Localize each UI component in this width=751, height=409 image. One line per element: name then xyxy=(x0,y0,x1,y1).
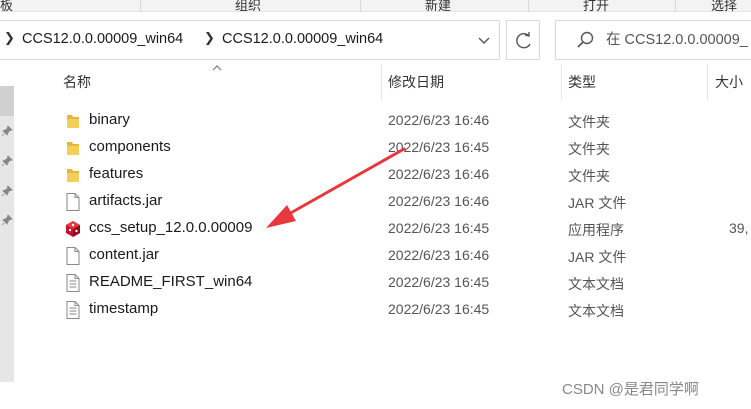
file-type: 文本文档 xyxy=(568,276,624,292)
pin-icon[interactable] xyxy=(1,155,13,167)
file-date: 2022/6/23 16:45 xyxy=(388,220,490,236)
file-type: JAR 文件 xyxy=(568,249,627,265)
file-row[interactable]: content.jar 2022/6/23 16:46 JAR 文件 xyxy=(58,242,751,269)
file-date: 2022/6/23 16:45 xyxy=(388,274,490,290)
folder-icon xyxy=(64,111,82,131)
ribbon-divider xyxy=(140,0,141,12)
chevron-right-icon[interactable]: ❯ xyxy=(4,30,15,46)
column-divider[interactable] xyxy=(381,64,382,100)
file-row[interactable]: README_FIRST_win64 2022/6/23 16:45 文本文档 xyxy=(58,269,751,296)
file-name[interactable]: components xyxy=(89,138,171,155)
search-box[interactable] xyxy=(555,20,751,60)
ribbon-divider xyxy=(675,0,676,12)
file-name[interactable]: artifacts.jar xyxy=(89,192,162,209)
breadcrumb-item-current[interactable]: CCS12.0.0.00009_win64 xyxy=(222,31,383,47)
ribbon-divider xyxy=(528,0,529,12)
column-header-name[interactable]: 名称 xyxy=(63,72,91,94)
nav-selected-band xyxy=(0,86,14,116)
file-type: 文件夹 xyxy=(568,141,610,157)
file-date: 2022/6/23 16:46 xyxy=(388,247,490,263)
file-row[interactable]: ccs_setup_12.0.0.00009 2022/6/23 16:45 应用程… xyxy=(58,215,751,242)
refresh-icon xyxy=(516,32,531,49)
pin-icon[interactable] xyxy=(1,185,13,197)
file-row[interactable]: timestamp 2022/6/23 16:45 文本文档 xyxy=(58,296,751,323)
file-name[interactable]: timestamp xyxy=(89,300,158,317)
file-date: 2022/6/23 16:46 xyxy=(388,193,490,209)
folder-icon xyxy=(64,138,82,158)
refresh-button[interactable] xyxy=(506,20,540,60)
installer-icon xyxy=(64,219,82,239)
file-date: 2022/6/23 16:45 xyxy=(388,301,490,317)
file-name[interactable]: binary xyxy=(89,111,130,128)
chevron-down-icon[interactable] xyxy=(472,31,496,51)
pin-icon[interactable] xyxy=(1,214,13,226)
search-icon xyxy=(577,31,594,48)
navigation-pane xyxy=(0,64,18,409)
text-file-icon xyxy=(64,300,82,320)
column-header-size[interactable]: 大小 xyxy=(715,72,743,94)
file-size: 39, xyxy=(729,220,749,236)
file-name[interactable]: features xyxy=(89,165,143,182)
file-name[interactable]: content.jar xyxy=(89,246,159,263)
text-file-icon xyxy=(64,273,82,293)
search-input[interactable] xyxy=(606,30,751,50)
file-date: 2022/6/23 16:45 xyxy=(388,139,490,155)
column-divider[interactable] xyxy=(561,64,562,100)
pin-icon[interactable] xyxy=(1,125,13,137)
file-type: 文件夹 xyxy=(568,168,610,184)
column-header-date[interactable]: 修改日期 xyxy=(388,72,444,94)
file-type: 文本文档 xyxy=(568,303,624,319)
file-date: 2022/6/23 16:46 xyxy=(388,166,490,182)
file-date: 2022/6/23 16:46 xyxy=(388,112,490,128)
file-icon xyxy=(64,192,82,212)
column-header-type[interactable]: 类型 xyxy=(568,72,596,94)
address-bar[interactable]: ❯ CCS12.0.0.00009_win64 ❯ CCS12.0.0.0000… xyxy=(0,20,500,60)
chevron-right-icon[interactable]: ❯ xyxy=(204,30,215,46)
ribbon-strip: 板 组织 新建 打开 选择 xyxy=(0,0,751,13)
file-icon xyxy=(64,246,82,266)
ribbon-divider xyxy=(360,0,361,12)
file-row[interactable]: components 2022/6/23 16:45 文件夹 xyxy=(58,134,751,161)
file-row[interactable]: features 2022/6/23 16:46 文件夹 xyxy=(58,161,751,188)
file-row[interactable]: artifacts.jar 2022/6/23 16:46 JAR 文件 xyxy=(58,188,751,215)
file-type: JAR 文件 xyxy=(568,195,627,211)
breadcrumb-item[interactable]: CCS12.0.0.00009_win64 xyxy=(22,31,183,47)
file-name[interactable]: README_FIRST_win64 xyxy=(89,273,252,290)
watermark: CSDN @是君同学啊 xyxy=(562,381,699,398)
sort-ascending-icon xyxy=(212,65,222,71)
file-name[interactable]: ccs_setup_12.0.0.00009 xyxy=(89,219,252,236)
file-type: 文件夹 xyxy=(568,114,610,130)
file-type: 应用程序 xyxy=(568,222,624,238)
folder-icon xyxy=(64,165,82,185)
address-row: ❯ CCS12.0.0.00009_win64 ❯ CCS12.0.0.0000… xyxy=(0,12,751,64)
file-row[interactable]: binary 2022/6/23 16:46 文件夹 xyxy=(58,107,751,134)
column-divider[interactable] xyxy=(707,64,708,100)
